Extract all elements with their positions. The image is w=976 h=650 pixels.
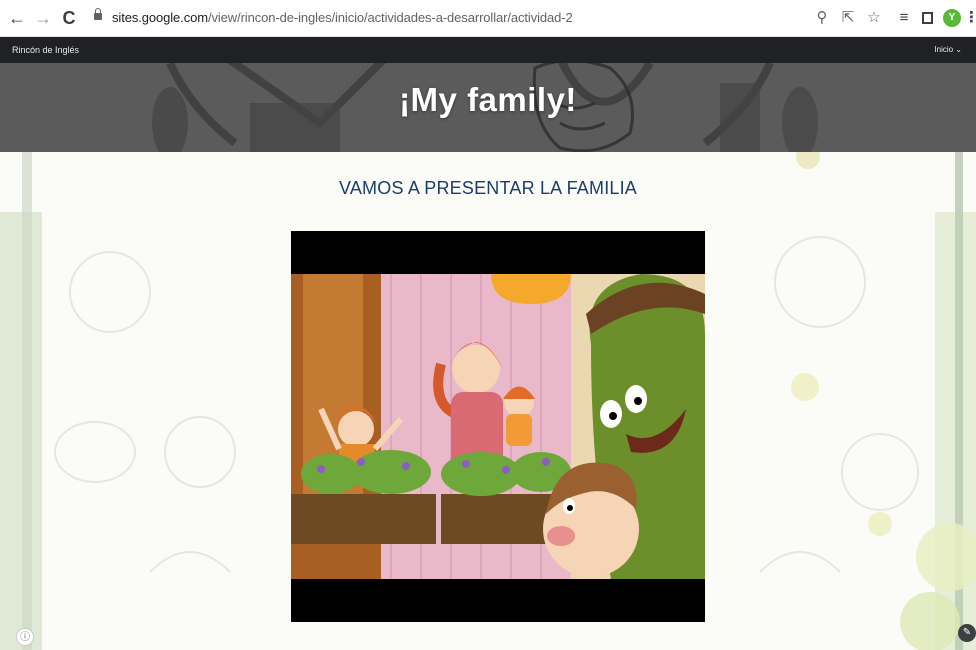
page-title: ¡My family!	[399, 81, 577, 118]
nav-inicio-dropdown[interactable]: Inicio ⌄	[934, 45, 962, 54]
info-icon[interactable]: ⓘ	[16, 628, 34, 646]
back-arrow-icon[interactable]: ←	[6, 6, 28, 30]
profile-avatar[interactable]: Y	[943, 9, 961, 27]
bookmark-star-icon[interactable]: ☆	[864, 7, 884, 29]
forward-arrow-icon[interactable]: →	[32, 6, 54, 30]
kebab-menu-icon[interactable]: ⋮	[964, 7, 976, 29]
url-text[interactable]: sites.google.com/view/rincon-de-ingles/i…	[112, 10, 573, 25]
edit-pencil-icon[interactable]: ✎	[958, 624, 976, 642]
reading-list-icon[interactable]: ≡	[894, 7, 914, 29]
section-heading: VAMOS A PRESENTAR LA FAMILIA	[338, 178, 638, 198]
side-panel-icon[interactable]	[918, 7, 938, 29]
lock-icon[interactable]	[94, 8, 102, 22]
browser-toolbar: ← → C sites.google.com/view/rincon-de-in…	[0, 0, 976, 37]
reload-icon[interactable]: C	[58, 6, 80, 30]
main-content: VAMOS A PRESENTAR LA FAMILIA ⓘ ✎	[0, 152, 976, 650]
title-banner: ¡My family!	[0, 63, 976, 152]
address-bar[interactable]: sites.google.com/view/rincon-de-ingles/i…	[88, 4, 908, 32]
share-icon[interactable]: ⇱	[838, 7, 858, 29]
video-thumbnail[interactable]	[291, 274, 705, 579]
site-header: Rincón de Inglés Inicio ⌄	[0, 37, 976, 63]
zoom-icon[interactable]: ⚲	[812, 7, 832, 29]
embedded-video-player[interactable]	[291, 231, 705, 622]
site-name-link[interactable]: Rincón de Inglés	[12, 45, 79, 55]
